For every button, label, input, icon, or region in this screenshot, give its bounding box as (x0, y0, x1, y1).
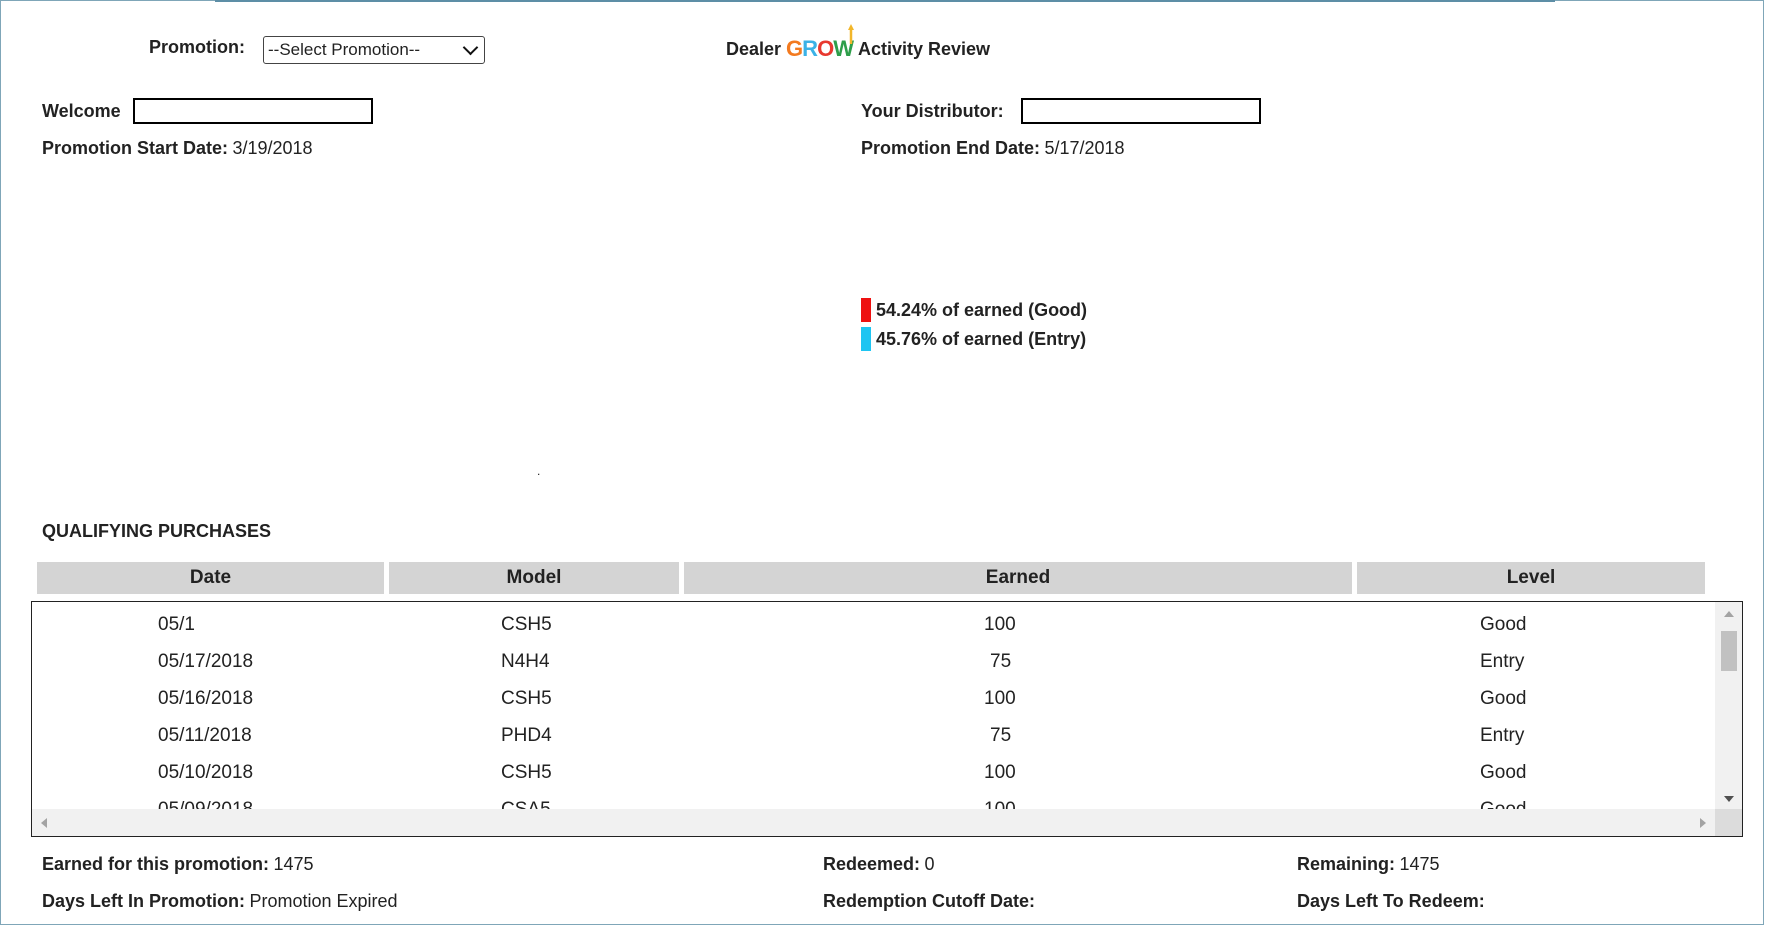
grow-logo: GROW (786, 24, 854, 62)
purchases-grid[interactable]: 05/1 CSH5 100 Good 05/17/2018 N4H4 75 En… (31, 601, 1743, 837)
sprout-icon (847, 24, 854, 44)
column-header-date[interactable]: Date (37, 562, 384, 594)
cell-date: 05/1 (158, 614, 195, 635)
days-left-in-promotion: Days Left In Promotion: Promotion Expire… (42, 891, 398, 911)
column-header-level[interactable]: Level (1357, 562, 1705, 594)
cell-date: 05/17/2018 (158, 651, 254, 672)
scroll-left-icon[interactable] (41, 818, 47, 828)
days-left-to-redeem: Days Left To Redeem: (1297, 891, 1485, 911)
promotion-label: Promotion: (149, 37, 245, 57)
title-prefix: Dealer (726, 39, 782, 59)
cell-level: Entry (1480, 725, 1525, 746)
cell-date: 05/11/2018 (158, 725, 252, 746)
legend-swatch-entry (861, 327, 871, 351)
qualifying-purchases-heading: QUALIFYING PURCHASES (42, 521, 272, 541)
redemption-cutoff-date: Redemption Cutoff Date: (823, 891, 1035, 911)
cell-model: N4H4 (501, 651, 550, 672)
cell-level: Entry (1480, 651, 1525, 672)
remaining: Remaining: 1475 (1297, 854, 1440, 874)
cell-earned: 100 (984, 614, 1016, 635)
scroll-up-icon[interactable] (1724, 611, 1734, 617)
cell-level: Good (1480, 762, 1527, 783)
legend-good-text: 54.24% of earned (Good) (876, 300, 1088, 320)
cell-level: Good (1480, 614, 1527, 635)
vertical-scrollbar[interactable] (1715, 602, 1742, 811)
redeemed: Redeemed: 0 (823, 854, 935, 874)
scroll-right-icon[interactable] (1700, 818, 1706, 828)
table-row: 05/11/2018 PHD4 75 Entry (32, 717, 1712, 754)
table-row: 05/10/2018 CSH5 100 Good (32, 754, 1712, 791)
vertical-scroll-thumb[interactable] (1721, 631, 1737, 671)
cell-level: Good (1480, 688, 1527, 709)
legend-swatch-good (861, 298, 871, 322)
horizontal-scrollbar[interactable] (32, 809, 1715, 836)
chart-dot: . (537, 464, 541, 478)
cell-earned: 75 (990, 725, 1012, 746)
top-divider (215, 0, 1555, 2)
cell-model: CSH5 (501, 762, 552, 783)
promotion-start-date: Promotion Start Date: 3/19/2018 (42, 138, 313, 158)
earned-for-promotion: Earned for this promotion: 1475 (42, 854, 314, 874)
cell-model: CSH5 (501, 688, 552, 709)
promotion-select[interactable]: --Select Promotion-- (263, 36, 485, 64)
scroll-down-icon[interactable] (1724, 796, 1734, 802)
cell-date: 05/16/2018 (158, 688, 254, 709)
promotion-select-value: --Select Promotion-- (268, 40, 421, 59)
distributor-name-box (1021, 98, 1261, 124)
column-header-model[interactable]: Model (389, 562, 679, 594)
promotion-end-date: Promotion End Date: 5/17/2018 (861, 138, 1125, 158)
table-row: 05/17/2018 N4H4 75 Entry (32, 643, 1712, 680)
table-row: 05/16/2018 CSH5 100 Good (32, 680, 1712, 717)
cell-model: PHD4 (501, 725, 552, 746)
title-suffix: Activity Review (857, 39, 991, 59)
legend-entry-text: 45.76% of earned (Entry) (876, 329, 1087, 349)
chevron-down-icon (462, 39, 479, 56)
cell-earned: 100 (984, 762, 1016, 783)
scrollbar-corner (1715, 809, 1742, 836)
cell-earned: 75 (990, 651, 1012, 672)
cell-model: CSH5 (501, 614, 552, 635)
cell-date: 05/10/2018 (158, 762, 254, 783)
cell-earned: 100 (984, 688, 1016, 709)
page-title: Dealer GROW Activity Review (726, 24, 991, 62)
welcome-name-box (133, 98, 373, 124)
welcome-label: Welcome (42, 101, 121, 121)
table-row: 05/1 CSH5 100 Good (32, 606, 1712, 643)
column-header-earned[interactable]: Earned (684, 562, 1352, 594)
distributor-label: Your Distributor: (861, 101, 1004, 121)
